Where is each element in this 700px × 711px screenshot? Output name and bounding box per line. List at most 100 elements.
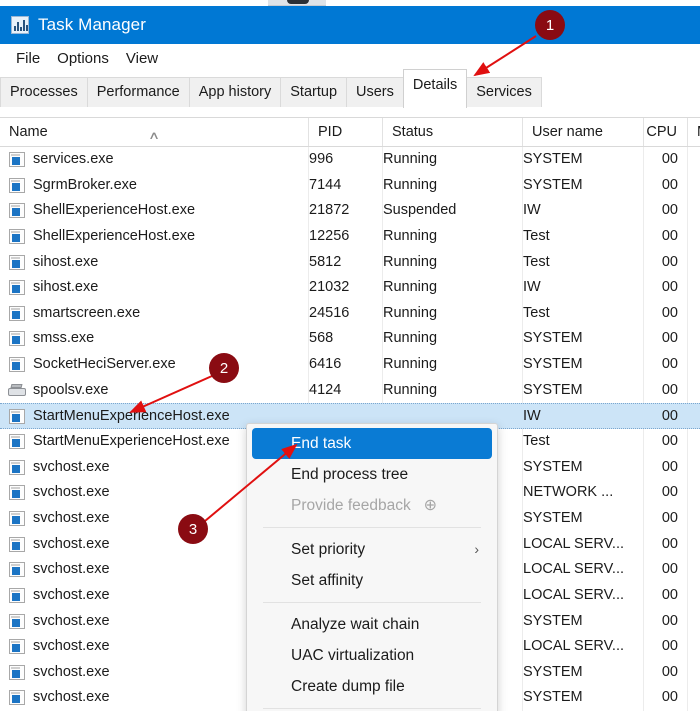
sort-ascending-icon: ∧ — [147, 130, 161, 142]
feedback-icon: ⊕ — [423, 497, 437, 514]
cell-username: NETWORK ... — [523, 484, 614, 501]
menu-item-file[interactable]: File — [10, 48, 51, 69]
cell-name: smss.exe — [33, 330, 95, 347]
cell-cpu: 00 — [661, 433, 678, 450]
window-title: Task Manager — [38, 15, 146, 34]
column-header-name[interactable]: Name ∧ — [0, 118, 309, 146]
cell-username: LOCAL SERV... — [523, 561, 625, 578]
cell-cpu: 00 — [661, 356, 678, 373]
table-row[interactable]: smartscreen.exe 24516 Running Test 00 — [0, 301, 700, 327]
cell-status: Running — [383, 356, 438, 373]
table-row[interactable]: ShellExperienceHost.exe 12256 Running Test 0… — [0, 224, 700, 250]
tab-startup[interactable]: Startup — [280, 77, 348, 108]
cell-cpu: 00 — [661, 484, 678, 501]
cell-cpu: 00 — [661, 561, 678, 578]
context-menu-item[interactable]: End process tree — [247, 459, 497, 490]
table-row[interactable]: spoolsv.exe 4124 Running SYSTEM 00 — [0, 378, 700, 404]
cell-status: Running — [383, 381, 438, 398]
cell-cpu: 00 — [661, 202, 678, 219]
cell-cpu: 00 — [661, 151, 678, 167]
context-menu-item[interactable]: UAC virtualization — [247, 640, 497, 671]
table-row[interactable]: services.exe 996 Running SYSTEM 00 — [0, 147, 700, 173]
column-header-status[interactable]: Status — [383, 118, 523, 146]
cell-cpu: 00 — [661, 253, 678, 270]
cell-status: Suspended — [383, 202, 457, 219]
menu-item-options[interactable]: Options — [51, 48, 120, 69]
title-bar: Task Manager — [0, 6, 700, 44]
cell-pid: 24516 — [309, 304, 350, 321]
cell-cpu: 00 — [661, 330, 678, 347]
context-menu-item[interactable]: Set priority › — [247, 534, 497, 565]
process-context-menu[interactable]: End task End process tree Provide feedback… — [246, 423, 498, 711]
cell-name: SocketHeciServer.exe — [33, 356, 176, 373]
cell-cpu: 00 — [661, 612, 678, 629]
context-menu-item-label: End task — [291, 435, 352, 452]
cell-name: SgrmBroker.exe — [33, 176, 137, 193]
context-menu-separator — [263, 708, 481, 709]
cell-username: LOCAL SERV... — [523, 535, 625, 552]
cell-cpu: 00 — [661, 304, 678, 321]
task-manager-chart-icon — [11, 16, 29, 34]
table-row[interactable]: sihost.exe 5812 Running Test 00 — [0, 250, 700, 276]
context-menu-item[interactable]: End task — [252, 428, 492, 459]
cell-pid: 21032 — [309, 279, 350, 296]
context-menu-item-label: UAC virtualization — [291, 647, 415, 664]
cell-pid: 996 — [309, 151, 334, 167]
cell-username: SYSTEM — [523, 509, 583, 526]
tab-users[interactable]: Users — [346, 77, 404, 108]
cell-name: sihost.exe — [33, 279, 99, 296]
cell-cpu: 00 — [661, 638, 678, 655]
table-row[interactable]: SgrmBroker.exe 7144 Running SYSTEM 00 — [0, 173, 700, 199]
context-menu-separator — [263, 602, 481, 603]
cell-username: SYSTEM — [523, 176, 583, 193]
context-menu-item-label: Create dump file — [291, 678, 405, 695]
cell-username: LOCAL SERV... — [523, 638, 625, 655]
cell-cpu: 00 — [661, 586, 678, 603]
cell-username: Test — [523, 433, 550, 450]
cell-cpu: 00 — [661, 408, 678, 425]
menu-bar: File Options View — [0, 44, 700, 74]
table-row[interactable]: SocketHeciServer.exe 6416 Running SYSTEM 00 — [0, 352, 700, 378]
table-row[interactable]: ShellExperienceHost.exe 21872 Suspended IW 0… — [0, 198, 700, 224]
cell-username: Test — [523, 253, 550, 270]
cell-username: SYSTEM — [523, 612, 583, 629]
cell-username: SYSTEM — [523, 663, 583, 680]
tab-details[interactable]: Details — [402, 69, 468, 108]
cell-cpu: 00 — [661, 509, 678, 526]
cell-cpu: 00 — [661, 663, 678, 680]
context-menu-item[interactable]: Analyze wait chain — [247, 609, 497, 640]
cell-username: IW — [523, 408, 541, 425]
cell-username: Test — [523, 304, 550, 321]
cell-pid: 7144 — [309, 176, 342, 193]
cell-username: SYSTEM — [523, 330, 583, 347]
column-header-row: Name ∧ PID Status User name CPU M — [0, 117, 700, 147]
cell-pid: 6416 — [309, 356, 342, 373]
column-header-username[interactable]: User name — [523, 118, 644, 146]
cell-name: spoolsv.exe — [33, 381, 109, 398]
context-menu-item: Provide feedback ⊕ — [247, 490, 497, 521]
cell-status: Running — [383, 304, 438, 321]
tab-performance[interactable]: Performance — [86, 77, 190, 108]
cell-name: services.exe — [33, 151, 114, 167]
column-header-name-label: Name — [9, 124, 48, 140]
context-menu-item[interactable]: Create dump file — [247, 671, 497, 702]
tab-processes[interactable]: Processes — [0, 77, 88, 108]
column-header-cpu[interactable]: CPU — [644, 118, 688, 146]
context-menu-item[interactable]: Set affinity — [247, 565, 497, 596]
task-manager-window: Task Manager File Options View Processes… — [0, 0, 700, 711]
column-header-pid[interactable]: PID — [309, 118, 383, 146]
column-header-memory[interactable]: M — [688, 118, 700, 146]
menu-item-view[interactable]: View — [120, 48, 169, 69]
tab-services[interactable]: Services — [466, 77, 542, 108]
cell-pid: 5812 — [309, 253, 342, 270]
cell-username: IW — [523, 202, 541, 219]
cell-cpu: 00 — [661, 689, 678, 706]
tab-app-history[interactable]: App history — [188, 77, 282, 108]
cell-status: Running — [383, 176, 438, 193]
cell-status: Running — [383, 253, 438, 270]
cell-name: smartscreen.exe — [33, 304, 141, 321]
table-row[interactable]: sihost.exe 21032 Running IW 00 — [0, 275, 700, 301]
table-row[interactable]: smss.exe 568 Running SYSTEM 00 — [0, 326, 700, 352]
cell-name: ShellExperienceHost.exe — [33, 202, 196, 219]
cell-pid: 568 — [309, 330, 334, 347]
